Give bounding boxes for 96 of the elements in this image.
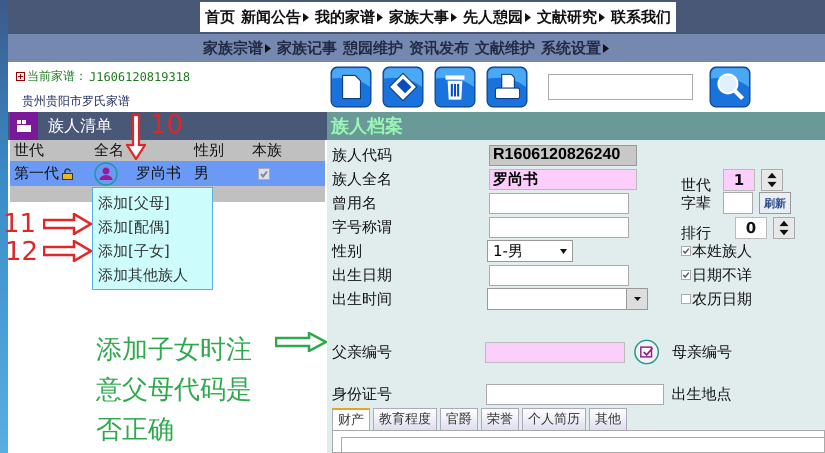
list-icon [10,112,38,140]
text-field[interactable] [489,192,629,214]
nav-link[interactable]: 文献维护 [475,38,535,58]
text-field[interactable]: 罗尚书 [489,168,637,190]
spinner-icon[interactable] [761,169,783,191]
field-label: 族人全名 [332,170,393,188]
expand-icon[interactable] [16,72,25,81]
right-arrow [275,332,327,352]
table-cell: 第一代 [14,164,59,183]
submenu-arrow-icon [603,44,609,52]
panel-title: 族人档案 [331,115,403,138]
submenu-arrow-icon [377,12,383,22]
text-field[interactable] [489,264,629,286]
person-icon[interactable] [94,162,118,186]
genealogy-name: 贵州贵阳市罗氏家谱 [22,93,131,110]
nav-link[interactable]: 家族记事 [277,38,337,58]
tab[interactable]: 荣誉 [481,408,519,430]
checkbox-label: 本姓族人 [692,242,752,260]
field-label: 出生地点 [672,384,732,404]
callout-note: 添加子女时注意父母代码是否正确 [96,334,253,447]
nav-link[interactable]: 系统设置 [541,38,609,58]
menu-item[interactable]: 添加[子女] [93,239,212,263]
nav-link[interactable]: 憩园维护 [343,38,403,58]
time-combo[interactable] [487,288,648,310]
new-document-button[interactable] [330,66,372,108]
search-button[interactable] [709,66,751,108]
right-arrow [43,213,92,235]
tab[interactable]: 教育程度 [373,408,437,430]
nav-link[interactable]: 首页 [205,8,235,26]
dropdown-arrow-icon [560,248,567,254]
picker-icon[interactable] [632,338,660,366]
field-label: 排行 [681,224,711,243]
field-label: 父亲编号 [332,342,393,362]
nav-link[interactable]: 联系我们 [611,8,671,26]
field-label: 族人代码 [332,146,393,164]
nav-link[interactable]: 新闻公告 [241,8,309,26]
delete-button[interactable] [434,66,476,108]
text-field[interactable] [723,192,753,214]
checkbox[interactable] [681,270,691,280]
field-label: 字辈 [681,194,711,212]
text-field[interactable] [486,384,664,404]
right-arrow [43,240,92,262]
save-button[interactable] [382,66,424,108]
gender-select[interactable]: 1-男 [487,240,573,262]
refresh-button[interactable]: 刷新 [759,192,791,214]
nav-link[interactable]: 先人憩园 [463,8,531,26]
checkbox-label: 农历日期 [692,290,752,308]
checkbox[interactable] [681,294,691,304]
table-cell: 罗尚书 [136,164,181,183]
tab[interactable]: 其他 [589,408,627,430]
column-header: 性别 [194,141,225,160]
text-field[interactable]: R1606120826240 [489,144,637,166]
tab[interactable]: 财产 [332,408,370,430]
nav-link[interactable]: 资讯发布 [409,38,469,58]
menu-item[interactable]: 添加[配偶] [93,215,212,239]
down-arrow [126,114,146,160]
column-header: 本族 [252,141,283,160]
field-label: 身份证号 [332,384,393,404]
current-genealogy-label: 当前家谱： [27,68,87,85]
field-label: 世代 [681,176,711,195]
search-field[interactable] [548,74,693,100]
tab[interactable]: 个人简历 [522,408,586,430]
column-header: 全名 [94,141,125,160]
column-header: 世代 [14,141,45,160]
spinner-icon[interactable] [773,217,795,239]
nav-link[interactable]: 我的家谱 [315,8,383,26]
field-label: 字号称谓 [332,218,393,236]
callout-number: 10 [150,112,184,138]
text-field[interactable] [484,342,625,362]
print-button[interactable] [486,66,528,108]
submenu-arrow-icon [265,44,271,52]
submenu-arrow-icon [451,12,457,22]
table-cell-text: 男 [194,164,210,183]
field-label: 出生日期 [332,266,393,284]
nav-link[interactable]: 家族宗谱 [203,38,271,58]
submenu-arrow-icon [303,12,309,22]
number-field[interactable]: 0 [735,217,767,239]
submenu-arrow-icon [525,12,531,22]
genealogy-code: J1606120819318 [89,70,190,84]
tab[interactable]: 官爵 [440,408,478,430]
field-label: 性别 [332,242,363,260]
menu-item[interactable]: 添加[父母] [93,191,212,215]
field-label: 出生时间 [332,290,393,308]
checkbox[interactable] [681,246,691,256]
panel-title: 族人清单 [48,116,112,136]
menu-item[interactable]: 添加其他族人 [93,263,212,287]
nav-link[interactable]: 文献研究 [537,8,605,26]
nav-link[interactable]: 家族大事 [389,8,457,26]
submenu-arrow-icon [599,12,605,22]
checkbox-label: 日期不详 [692,266,752,284]
dropdown-arrow-icon [634,297,640,301]
field-label: 母亲编号 [672,342,734,362]
field-label: 曾用名 [332,194,378,212]
text-field[interactable] [489,216,629,238]
member-row[interactable]: 第一代 罗尚书 男 [10,161,325,186]
number-field[interactable]: 1 [723,169,755,191]
